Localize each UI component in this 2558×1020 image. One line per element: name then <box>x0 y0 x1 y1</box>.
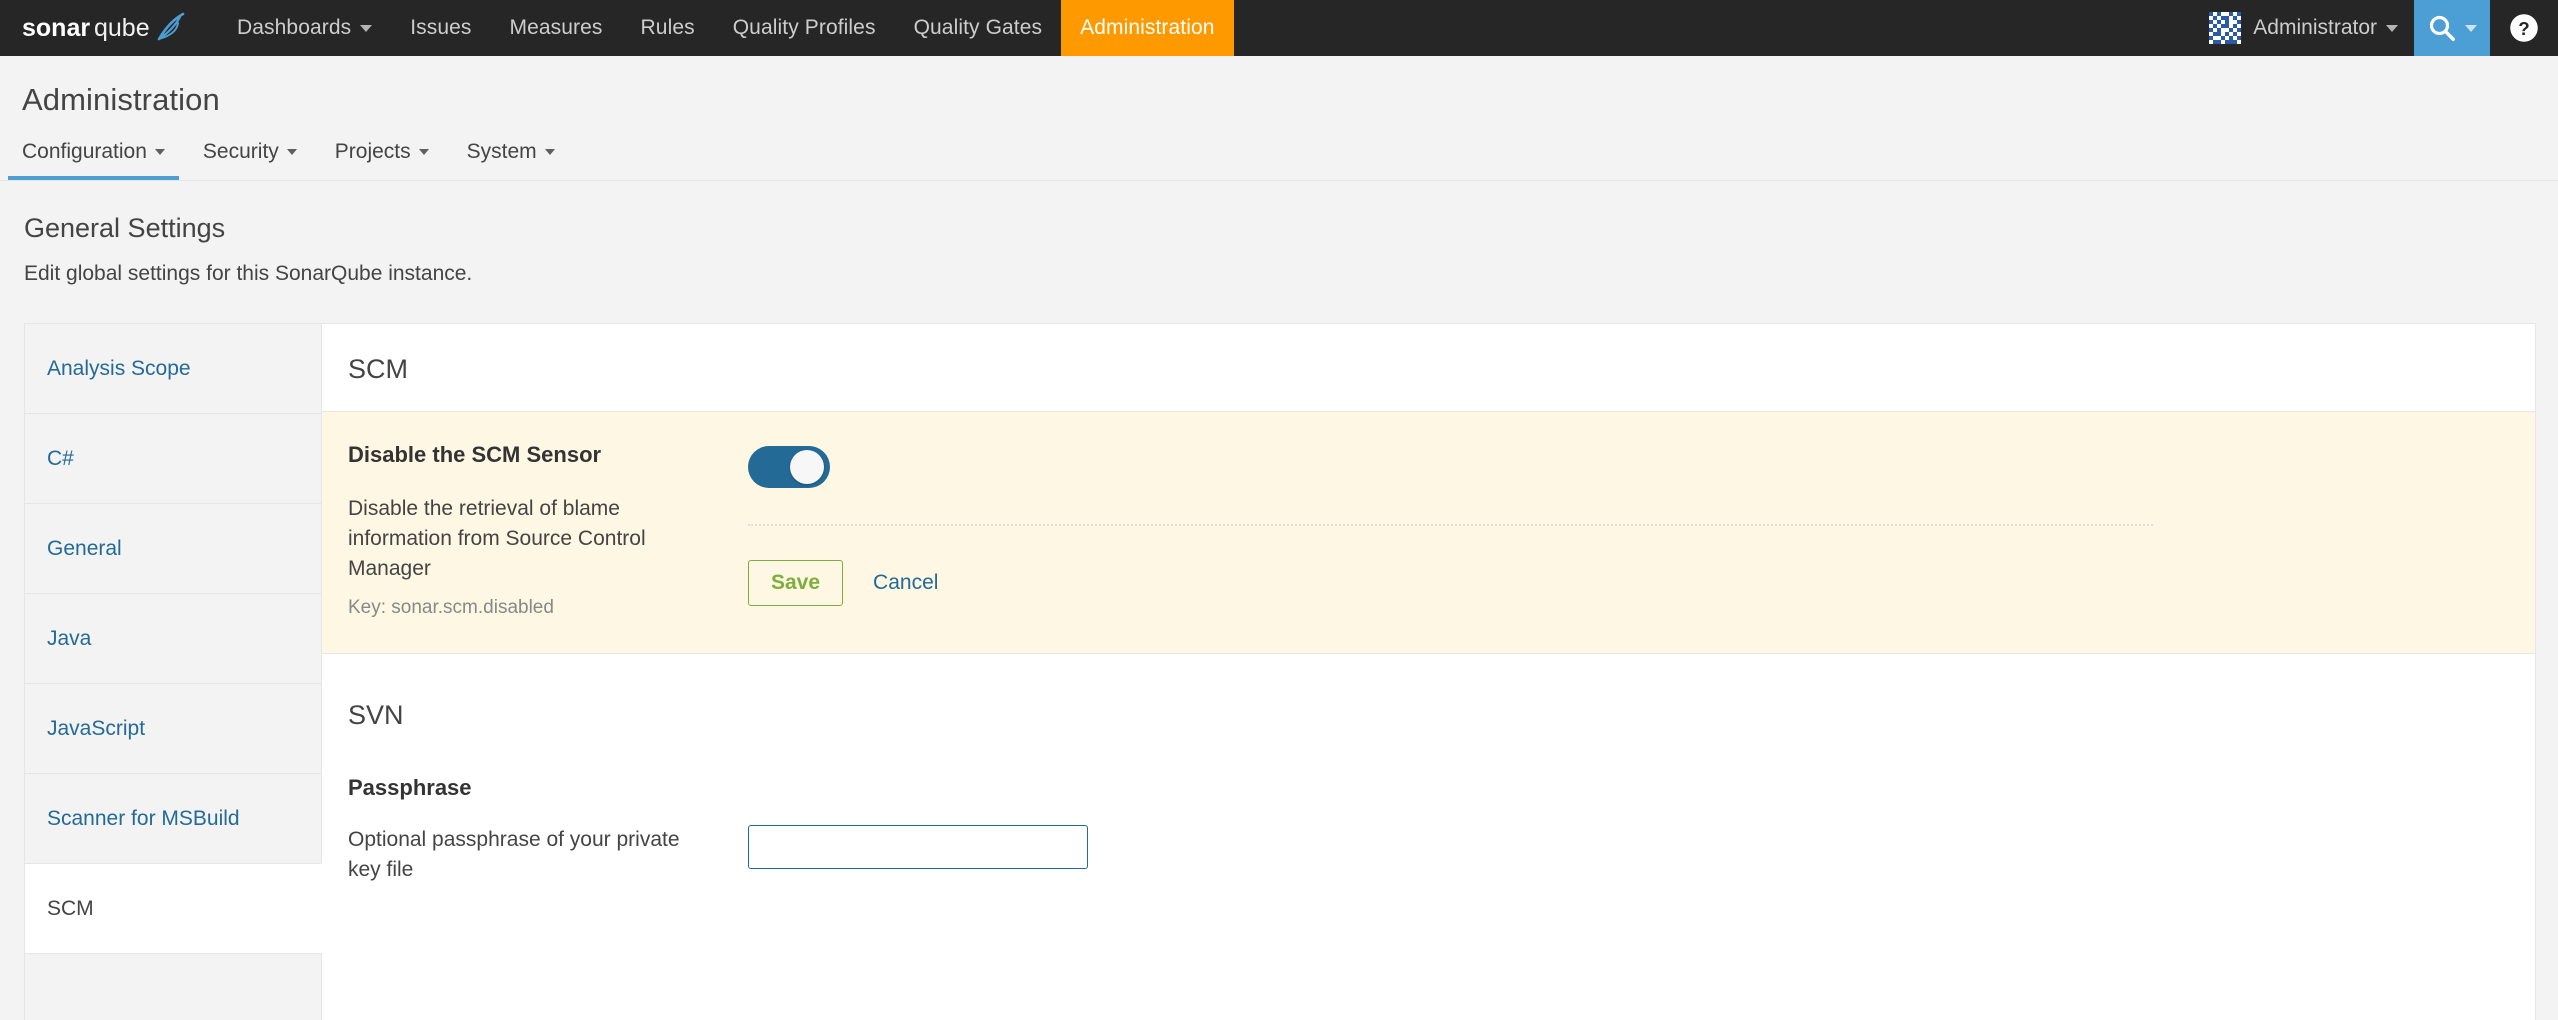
setting-actions: Save Cancel <box>748 560 2509 606</box>
nav-item-label: Quality Gates <box>913 16 1043 39</box>
nav-item-quality-gates[interactable]: Quality Gates <box>895 0 1062 56</box>
chevron-down-icon <box>418 149 429 155</box>
chevron-down-icon <box>154 149 165 155</box>
setting-control: Save Cancel <box>748 442 2509 619</box>
sidebar-item-label: SCM <box>47 896 94 920</box>
sonarqube-logo[interactable]: sonar qube <box>0 0 218 56</box>
search-icon <box>2429 15 2455 41</box>
setting-description: Optional passphrase of your private key … <box>348 828 680 882</box>
sidebar-item-javascript[interactable]: JavaScript <box>24 683 322 773</box>
help-button[interactable]: ? <box>2490 0 2558 56</box>
setting-control <box>748 825 1088 885</box>
sidebar-item-label: Java <box>47 626 92 650</box>
sidebar-item-java[interactable]: Java <box>24 593 322 683</box>
setting-name: Disable the SCM Sensor <box>348 442 602 467</box>
section-title: General Settings <box>24 213 226 243</box>
panel-title: SCM <box>348 354 408 384</box>
tab-label: Configuration <box>22 140 147 163</box>
user-menu[interactable]: Administrator <box>2191 0 2414 56</box>
toggle-knob <box>790 450 824 484</box>
chevron-down-icon <box>544 149 555 155</box>
nav-item-quality-profiles[interactable]: Quality Profiles <box>714 0 895 56</box>
sonarqube-logo-icon: sonar qube <box>22 12 185 42</box>
sidebar-item-label: Scanner for MSBuild <box>47 806 240 830</box>
sidebar-item-analysis-scope[interactable]: Analysis Scope <box>24 323 322 413</box>
user-name-label: Administrator <box>2253 16 2377 39</box>
tab-security[interactable]: Security <box>189 140 311 180</box>
tab-label: Security <box>202 140 279 163</box>
sidebar-item-label: JavaScript <box>47 716 146 740</box>
svg-text:qube: qube <box>94 14 150 42</box>
setting-info: Optional passphrase of your private key … <box>348 825 748 885</box>
page-header: Administration Configuration Security Pr… <box>0 56 2558 181</box>
nav-item-label: Dashboards <box>237 16 352 39</box>
sidebar-item-general[interactable]: General <box>24 503 322 593</box>
sidebar-item-csharp[interactable]: C# <box>24 413 322 503</box>
setting-disable-scm-sensor: Disable the SCM Sensor Disable the retri… <box>322 412 2535 654</box>
top-navigation-bar: sonar qube Dashboards Issues Measures Ru… <box>0 0 2558 56</box>
nav-item-rules[interactable]: Rules <box>622 0 714 56</box>
setting-description: Disable the retrieval of blame informati… <box>348 497 646 580</box>
page-title: Administration <box>22 82 220 117</box>
sidebar-item-next-clipped[interactable] <box>24 953 322 1020</box>
nav-item-dashboards[interactable]: Dashboards <box>218 0 391 56</box>
tab-system[interactable]: System <box>453 140 569 180</box>
nav-item-label: Measures <box>509 16 603 39</box>
section-description: Edit global settings for this SonarQube … <box>24 262 473 285</box>
setting-info: Disable the SCM Sensor Disable the retri… <box>348 442 748 619</box>
tab-label: Projects <box>334 140 411 163</box>
chevron-down-icon <box>286 149 297 155</box>
sidebar-item-label: Analysis Scope <box>47 356 191 380</box>
svg-text:sonar: sonar <box>22 14 90 42</box>
svn-subsection: SVN Passphrase Optional passphrase of yo… <box>322 653 2535 885</box>
settings-panel: SCM Disable the SCM Sensor Disable the r… <box>321 323 2536 1020</box>
avatar <box>2209 12 2242 44</box>
dotted-divider <box>748 524 2153 526</box>
panel-header: SCM <box>322 324 2535 412</box>
sidebar-item-label: C# <box>47 446 74 470</box>
primary-nav-items: Dashboards Issues Measures Rules Quality… <box>218 0 1234 56</box>
nav-item-label: Quality Profiles <box>732 16 876 39</box>
nav-item-measures[interactable]: Measures <box>491 0 622 56</box>
settings-layout: Analysis Scope C# General Java JavaScrip… <box>22 323 2536 1020</box>
passphrase-input[interactable] <box>748 825 1088 870</box>
nav-item-label: Rules <box>640 16 695 39</box>
tab-label: System <box>466 140 537 163</box>
help-icon: ? <box>2510 14 2538 42</box>
scm-sensor-toggle[interactable] <box>748 446 830 488</box>
setting-name-passphrase: Passphrase <box>348 775 472 801</box>
tab-configuration[interactable]: Configuration <box>8 140 179 180</box>
setting-key: Key: sonar.scm.disabled <box>348 597 554 619</box>
save-button[interactable]: Save <box>748 560 844 606</box>
sidebar-item-label: General <box>47 536 122 560</box>
page-body: General Settings Edit global settings fo… <box>0 213 2558 1020</box>
chevron-down-icon <box>2386 24 2398 32</box>
sidebar-item-scanner-for-msbuild[interactable]: Scanner for MSBuild <box>24 773 322 863</box>
nav-item-issues[interactable]: Issues <box>391 0 490 56</box>
nav-item-label: Issues <box>410 16 472 39</box>
settings-sidebar: Analysis Scope C# General Java JavaScrip… <box>22 323 322 1020</box>
nav-item-administration[interactable]: Administration <box>1061 0 1234 56</box>
subsection-title: SVN <box>348 700 404 731</box>
setting-passphrase-row: Optional passphrase of your private key … <box>348 825 2509 885</box>
search-button[interactable] <box>2414 0 2490 56</box>
tab-projects[interactable]: Projects <box>321 140 443 180</box>
sidebar-item-scm[interactable]: SCM <box>24 863 322 953</box>
svg-text:?: ? <box>2518 18 2529 39</box>
admin-subnav: Configuration Security Projects System <box>8 132 2558 180</box>
chevron-down-icon <box>2465 24 2477 32</box>
nav-item-label: Administration <box>1080 16 1215 39</box>
nav-right-group: Administrator ? <box>2191 0 2558 56</box>
chevron-down-icon <box>360 24 373 32</box>
cancel-button[interactable]: Cancel <box>873 571 938 595</box>
